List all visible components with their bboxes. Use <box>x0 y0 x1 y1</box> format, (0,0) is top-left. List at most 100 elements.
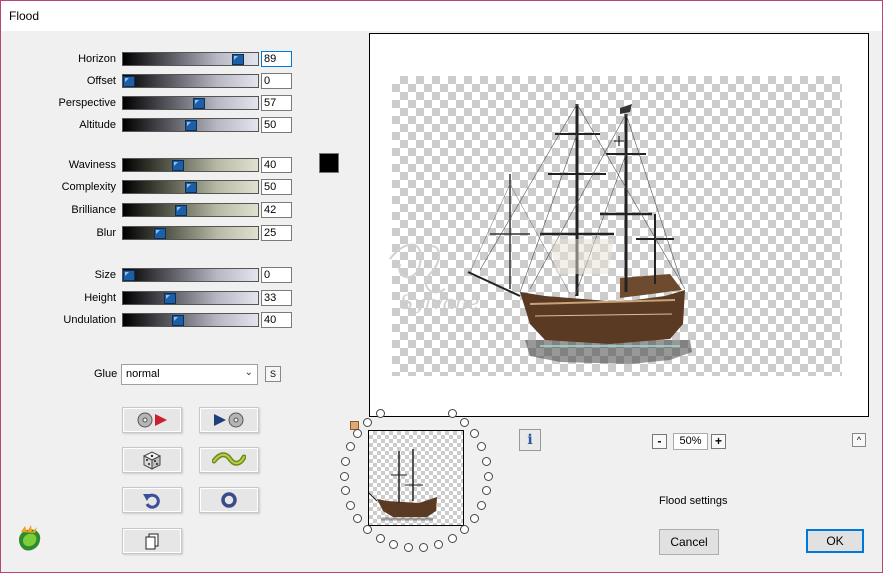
ok-button[interactable]: OK <box>806 529 864 553</box>
navigator-ring-dot[interactable] <box>448 409 457 418</box>
undo-button[interactable] <box>122 487 182 513</box>
complexity-slider[interactable] <box>122 180 259 194</box>
navigator-ring-dot[interactable] <box>470 514 479 523</box>
brilliance-value-field[interactable]: 42 <box>261 202 292 218</box>
title-bar[interactable]: Flood <box>1 1 882 31</box>
load-preset-button[interactable] <box>122 407 182 433</box>
offset-value-field[interactable]: 0 <box>261 73 292 89</box>
reset-button[interactable] <box>199 487 259 513</box>
cancel-button[interactable]: Cancel <box>659 529 719 555</box>
horizon-slider[interactable] <box>122 52 259 66</box>
height-label: Height <box>84 292 116 304</box>
complexity-slider-thumb[interactable] <box>185 182 197 193</box>
navigator-ring-dot[interactable] <box>460 418 469 427</box>
navigator-ring-dot[interactable] <box>482 457 491 466</box>
play-disc-icon <box>214 412 244 428</box>
perspective-slider-thumb[interactable] <box>193 98 205 109</box>
preview-panel[interactable]: Sylvane <box>369 33 869 417</box>
horizon-value-field[interactable]: 89 <box>261 51 292 67</box>
size-slider[interactable] <box>122 268 259 282</box>
undulation-slider-thumb[interactable] <box>172 315 184 326</box>
navigator-ring-dot[interactable] <box>484 472 493 481</box>
collapse-up-button[interactable]: ^ <box>852 433 866 447</box>
offset-slider[interactable] <box>122 74 259 88</box>
brilliance-slider[interactable] <box>122 203 259 217</box>
navigator-ring-dot[interactable] <box>389 540 398 549</box>
copy-button[interactable] <box>122 528 182 554</box>
size-value-field[interactable]: 0 <box>261 267 292 283</box>
height-slider[interactable] <box>122 291 259 305</box>
glue-select[interactable]: normal ⌄ <box>121 364 258 385</box>
copy-icon <box>145 533 159 550</box>
ok-label: OK <box>826 534 844 548</box>
navigator-ring-dot[interactable] <box>419 543 428 552</box>
brilliance-slider-thumb[interactable] <box>175 205 187 216</box>
undulation-label: Undulation <box>63 314 116 326</box>
navigator-thumbnail[interactable] <box>368 430 464 526</box>
navigator-ring-dot[interactable] <box>482 486 491 495</box>
complexity-label: Complexity <box>61 181 116 193</box>
height-slider-thumb[interactable] <box>164 293 176 304</box>
navigator-ring-dot[interactable] <box>404 543 413 552</box>
navigator-ring-dot[interactable] <box>363 525 372 534</box>
navigator-ring-dot[interactable] <box>346 442 355 451</box>
randomize-button[interactable] <box>122 447 182 473</box>
slider-row-brilliance: Brilliance 42 <box>1 202 292 218</box>
waviness-slider[interactable] <box>122 158 259 172</box>
navigator-ring-dot[interactable] <box>341 486 350 495</box>
horizon-slider-thumb[interactable] <box>232 54 244 65</box>
slider-row-horizon: Horizon 89 <box>1 51 292 67</box>
blur-slider[interactable] <box>122 226 259 240</box>
navigator-ring-dot[interactable] <box>477 501 486 510</box>
navigator-ring-dot[interactable] <box>477 442 486 451</box>
perspective-value-field[interactable]: 57 <box>261 95 292 111</box>
zoom-in-button[interactable]: + <box>711 434 726 449</box>
wave-icon <box>212 452 246 466</box>
blur-slider-thumb[interactable] <box>154 228 166 239</box>
navigator-ring-dot[interactable] <box>340 472 349 481</box>
navigator-ring-dot[interactable] <box>363 418 372 427</box>
glue-s-button[interactable]: S <box>265 366 281 382</box>
navigator-ring-dot[interactable] <box>460 525 469 534</box>
settings-label: Flood settings <box>659 495 728 507</box>
perspective-slider[interactable] <box>122 96 259 110</box>
altitude-value-field[interactable]: 50 <box>261 117 292 133</box>
navigator-ring-dot[interactable] <box>376 409 385 418</box>
cancel-label: Cancel <box>670 535 708 549</box>
undulation-slider[interactable] <box>122 313 259 327</box>
ship-thumbnail-image <box>369 449 437 521</box>
offset-slider-thumb[interactable] <box>123 76 135 87</box>
waviness-slider-thumb[interactable] <box>172 160 184 171</box>
zoom-out-button[interactable]: - <box>652 434 667 449</box>
undulation-value-field[interactable]: 40 <box>261 312 292 328</box>
navigator-ring-dot[interactable] <box>353 514 362 523</box>
dialog-client: Horizon 89 Offset 0 Perspective 57 Altitude 50 W… <box>1 31 882 572</box>
height-value-field[interactable]: 33 <box>261 290 292 306</box>
info-button[interactable]: i <box>519 429 541 451</box>
flood-dialog: Flood Horizon 89 Offset 0 Perspective 57 Altit… <box>0 0 883 573</box>
watermark-graphic: Sylvane <box>389 243 479 314</box>
save-preset-button[interactable] <box>199 407 259 433</box>
complexity-value-field[interactable]: 50 <box>261 179 292 195</box>
size-slider-thumb[interactable] <box>123 270 135 281</box>
size-label: Size <box>94 269 116 281</box>
altitude-slider-thumb[interactable] <box>185 120 197 131</box>
blur-value-field[interactable]: 25 <box>261 225 292 241</box>
altitude-slider[interactable] <box>122 118 259 132</box>
flood-color-swatch[interactable] <box>319 153 339 173</box>
navigator-ring-dot[interactable] <box>346 501 355 510</box>
blur-slider-track <box>123 227 258 239</box>
navigator-ring-dot[interactable] <box>448 534 457 543</box>
navigator-ring-dot[interactable] <box>434 540 443 549</box>
glue-select-value: normal <box>126 368 160 380</box>
disc-arrow-right-icon <box>137 412 167 428</box>
ring-icon <box>221 492 237 508</box>
navigator-ring-dot[interactable] <box>341 457 350 466</box>
navigator-ring-dot[interactable] <box>353 429 362 438</box>
navigator-ring-dot[interactable] <box>376 534 385 543</box>
zoom-level: 50% <box>673 433 708 450</box>
waviness-value-field[interactable]: 40 <box>261 157 292 173</box>
navigator-ring-dot[interactable] <box>470 429 479 438</box>
slider-row-offset: Offset 0 <box>1 73 292 89</box>
wave-button[interactable] <box>199 447 259 473</box>
